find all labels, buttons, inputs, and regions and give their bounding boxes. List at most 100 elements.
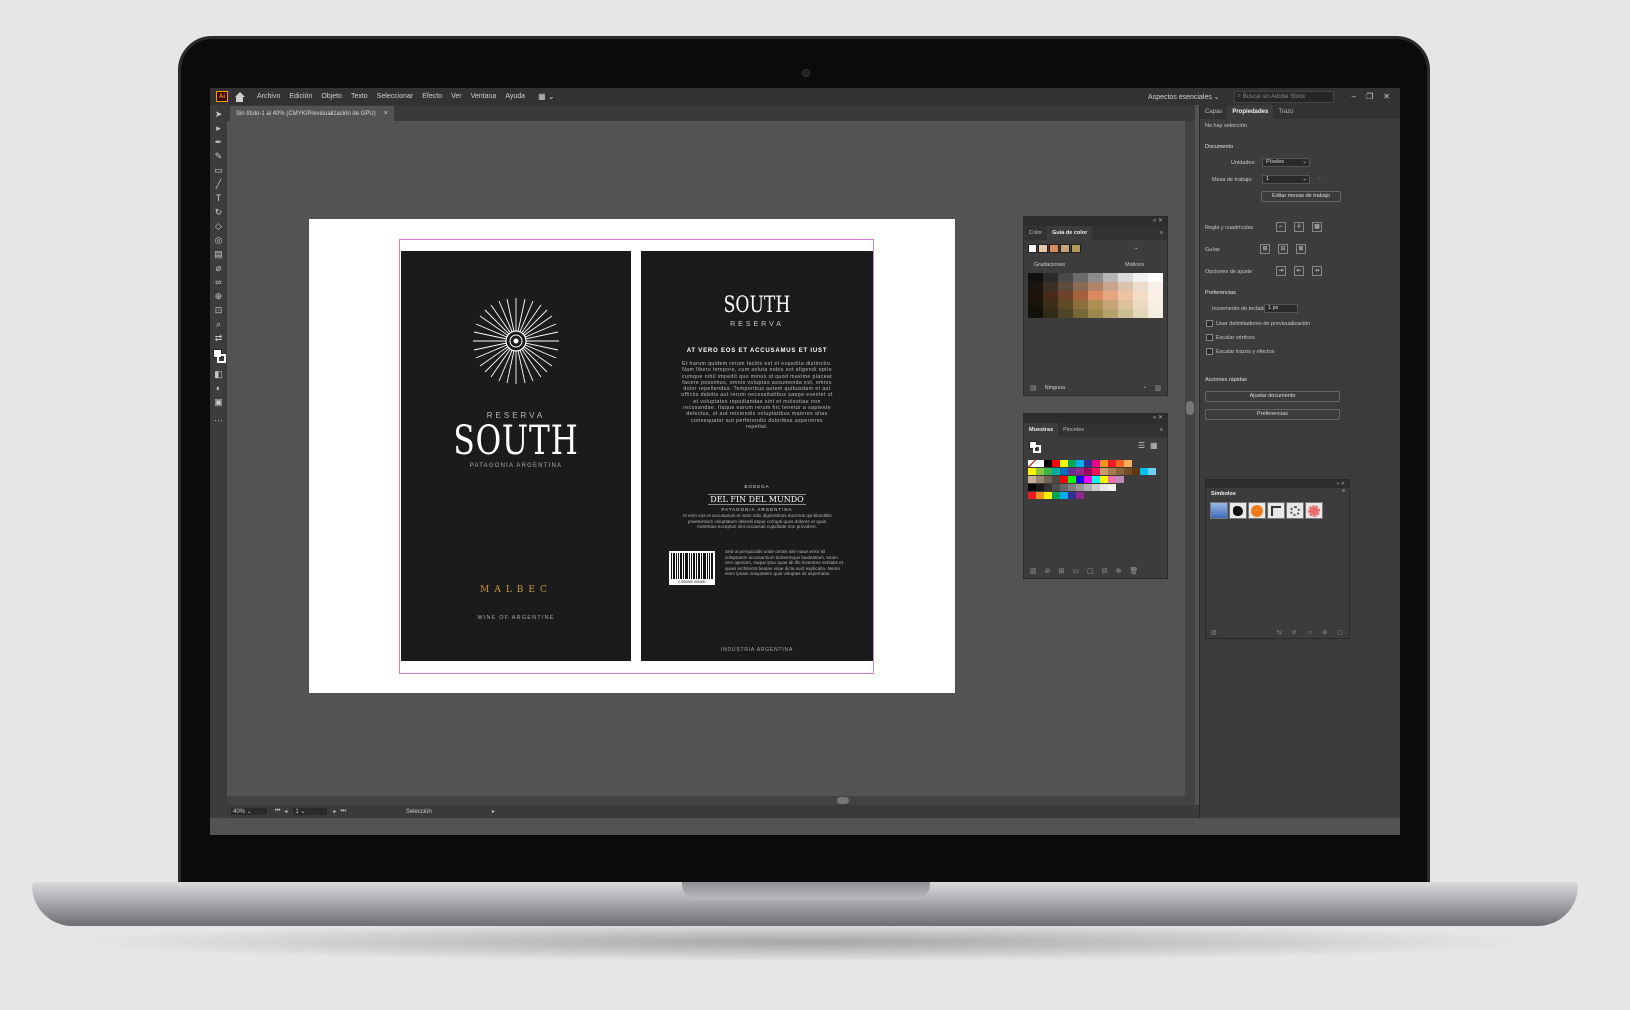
vertical-scrollbar[interactable] [1185,121,1195,796]
h-scroll-thumb[interactable] [837,797,849,804]
color-swatch[interactable] [1060,468,1068,475]
color-guide-swatch[interactable] [1148,273,1163,282]
symbol-splat[interactable] [1229,502,1247,519]
color-swatch[interactable] [1036,484,1044,491]
color-guide-swatch[interactable] [1118,273,1133,282]
swatch-grid[interactable] [1028,460,1156,500]
color-swatch[interactable] [1116,460,1124,467]
color-guide-swatch[interactable] [1028,282,1043,291]
panel-menu-icon[interactable]: ≡ [1160,226,1167,240]
artboard-tool-icon[interactable]: ⊡ [213,305,224,316]
list-view-icon[interactable]: ☰ [1138,441,1145,450]
color-swatch[interactable] [1076,460,1084,467]
color-swatch[interactable] [1076,492,1084,499]
tab-brushes[interactable]: Pinceles [1058,423,1089,437]
color-guide-swatch[interactable] [1043,300,1058,309]
color-guide-swatch[interactable] [1148,300,1163,309]
color-swatch[interactable] [1052,476,1060,483]
scale-strokes-checkbox[interactable] [1206,348,1213,355]
color-swatch[interactable] [1036,492,1044,499]
swatch-kinds-icon[interactable]: ⊘ [1045,567,1051,575]
prev-artboard-icon[interactable]: ◂ [284,808,287,815]
eyedropper-tool-icon[interactable]: ⌀ [213,263,224,274]
preview-bounds-checkbox[interactable] [1206,320,1213,327]
color-guide-swatch[interactable] [1118,309,1133,318]
paintbrush-tool-icon[interactable]: ╱ [213,179,224,190]
color-swatch[interactable] [1060,476,1068,483]
units-dropdown[interactable]: Píxeles ⌄ [1262,158,1310,167]
color-swatch[interactable] [1060,492,1068,499]
grid-view-icon[interactable]: ▦ [1150,441,1158,450]
color-swatch[interactable] [1100,476,1108,483]
pen-tool-icon[interactable]: ✒ [213,137,224,148]
tab-symbols[interactable]: Símbolos [1206,488,1241,500]
rotate-tool-icon[interactable]: ↻ [213,207,224,218]
snap-pixel-icon[interactable]: ⇸ [1312,266,1322,276]
restore-button[interactable]: ❐ [1366,92,1373,101]
v-scroll-thumb[interactable] [1186,401,1194,415]
type-tool-icon[interactable]: T [213,193,224,204]
eraser-tool-icon[interactable]: ◇ [213,221,224,232]
delete-swatch-icon[interactable]: 🗑 [1129,567,1138,575]
menu-texto[interactable]: Texto [351,93,368,100]
color-swatch[interactable] [1028,492,1036,499]
symbol-ribbon[interactable] [1210,502,1228,519]
transparency-grid-icon[interactable]: ▦ [1312,222,1322,232]
color-swatch[interactable] [1100,468,1108,475]
color-guide-swatch[interactable] [1133,282,1148,291]
document-tab[interactable]: Sin título-1 al 40% (CMYK/Previsualizaci… [230,106,394,121]
color-swatch[interactable] [1084,460,1092,467]
symbol-orange-ball[interactable] [1248,502,1266,519]
color-swatch[interactable] [1028,476,1036,483]
color-swatch[interactable] [1140,468,1148,475]
color-swatch[interactable] [1044,476,1052,483]
color-guide-swatch[interactable] [1073,291,1088,300]
color-guide-swatch[interactable] [1073,309,1088,318]
color-guide-swatch[interactable] [1118,291,1133,300]
color-swatch[interactable] [1108,476,1116,483]
color-guide-swatch[interactable] [1118,282,1133,291]
menu-ventana[interactable]: Ventana [471,93,497,100]
color-swatch[interactable] [1092,468,1100,475]
color-swatch[interactable] [1044,484,1052,491]
menu-edicion[interactable]: Edición [289,93,312,100]
draw-mode-icon[interactable]: ◐ [213,383,224,394]
lock-guides-icon[interactable]: ⊟ [1278,244,1288,254]
selection-tool-icon[interactable]: ➤ [213,109,224,120]
color-swatch[interactable] [1052,492,1060,499]
new-symbol-icon[interactable]: ⊕ [1322,629,1327,636]
color-guide-swatch[interactable] [1133,291,1148,300]
workspace-switcher[interactable]: Aspectos esenciales ⌄ [1148,93,1220,101]
color-guide-swatch[interactable] [1073,282,1088,291]
color-guide-swatch[interactable] [1058,273,1073,282]
color-guide-swatch[interactable] [1043,282,1058,291]
status-menu-icon[interactable]: ▸ [492,808,495,815]
canvas[interactable]: RESERVA SOUTH PATAGONIA ARGENTINA MALBEC… [227,121,1195,805]
delete-symbol-icon[interactable]: ▢ [1337,629,1343,636]
color-swatch[interactable] [1076,484,1084,491]
color-swatch[interactable] [1052,484,1060,491]
color-swatch[interactable] [1084,484,1092,491]
color-guide-swatch[interactable] [1028,273,1043,282]
color-swatch[interactable] [1108,460,1116,467]
zoom-tool-icon[interactable]: ⌕ [213,319,224,330]
color-swatch[interactable] [1068,492,1076,499]
color-guide-swatch[interactable] [1088,300,1103,309]
color-swatch[interactable] [1148,468,1156,475]
tab-swatches[interactable]: Muestras [1024,423,1059,437]
color-guide-grid[interactable] [1028,273,1163,318]
color-swatch[interactable] [1116,476,1124,483]
snap-grid-icon[interactable]: ⇤ [1294,266,1304,276]
menu-ayuda[interactable]: Ayuda [505,93,525,100]
color-swatch[interactable] [1124,468,1132,475]
color-guide-swatch[interactable] [1073,273,1088,282]
color-swatch[interactable] [1028,468,1036,475]
color-swatch[interactable] [1132,468,1140,475]
color-swatch[interactable] [1076,468,1084,475]
color-swatch[interactable] [1084,476,1092,483]
menu-objeto[interactable]: Objeto [321,93,342,100]
color-guide-swatch[interactable] [1088,309,1103,318]
symbol-gear[interactable] [1286,502,1304,519]
smart-guides-icon[interactable]: ⊠ [1296,244,1306,254]
minimize-button[interactable]: – [1352,92,1356,101]
